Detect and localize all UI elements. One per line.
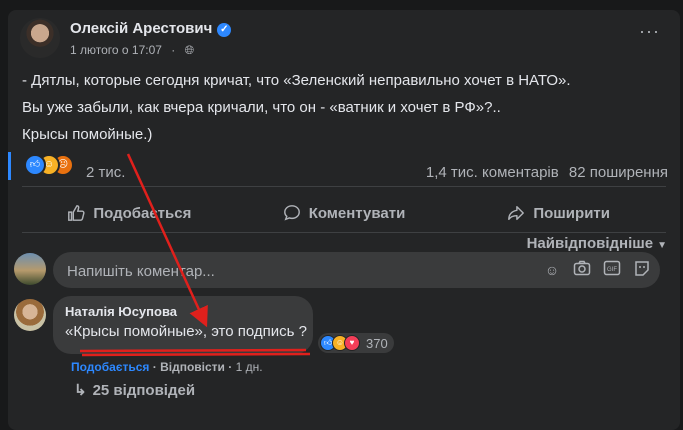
more-options-icon[interactable]: ··· bbox=[639, 22, 660, 40]
like-reaction-icon: 👍︎ bbox=[24, 154, 46, 176]
comment-composer[interactable]: ☺ GIF bbox=[53, 252, 660, 290]
share-button[interactable]: Поширити bbox=[451, 193, 666, 233]
svg-text:GIF: GIF bbox=[607, 267, 617, 273]
shares-count[interactable]: 82 поширення bbox=[569, 164, 668, 181]
thumbs-up-icon bbox=[68, 205, 85, 221]
share-label: Поширити bbox=[533, 204, 610, 222]
globe-icon: 🌐︎ bbox=[184, 43, 195, 57]
divider bbox=[22, 232, 666, 233]
gif-icon[interactable]: GIF bbox=[602, 260, 622, 280]
reply-arrow-icon: ↳ bbox=[74, 382, 87, 399]
replies-count: 25 відповідей bbox=[92, 382, 196, 399]
view-replies-link[interactable]: ↳ 25 відповідей bbox=[74, 381, 195, 399]
love-reaction-icon: ♥ bbox=[344, 335, 360, 351]
comment-reactions-count: 370 bbox=[366, 335, 388, 351]
verified-badge-icon: ✓ bbox=[217, 23, 232, 37]
comment-like-link[interactable]: Подобається bbox=[71, 360, 149, 374]
author-avatar[interactable] bbox=[20, 18, 60, 58]
chevron-down-icon: ▼ bbox=[657, 240, 667, 251]
comment-button[interactable]: Коментувати bbox=[237, 193, 452, 233]
composer-icons: ☺ GIF bbox=[542, 260, 652, 280]
emoji-icon[interactable]: ☺ bbox=[542, 260, 562, 280]
comment-reply-link[interactable]: Відповісти bbox=[160, 360, 225, 374]
author-name[interactable]: Олексій Арестович bbox=[70, 20, 212, 37]
comment-actions: Подобається · Відповісти · 1 дн. bbox=[71, 360, 263, 374]
comment-reactions[interactable]: 👍︎ ☺ ♥ 370 bbox=[318, 333, 394, 353]
comment-label: Коментувати bbox=[308, 204, 406, 222]
comment-input[interactable] bbox=[65, 252, 509, 290]
post-actions: Подобається Коментувати Поширити bbox=[22, 193, 666, 233]
dot-separator: · bbox=[228, 360, 236, 374]
comment-time[interactable]: 1 дн. bbox=[236, 360, 263, 374]
divider bbox=[22, 186, 666, 187]
sticker-icon[interactable] bbox=[632, 260, 652, 280]
share-icon bbox=[508, 205, 525, 221]
comment-sort-dropdown[interactable]: Найвідповідніше ▼ bbox=[527, 235, 667, 252]
dot-separator: · bbox=[171, 43, 176, 57]
post-text-line-2: Вы уже забыли, как вчера кричали, что он… bbox=[22, 99, 501, 116]
focus-indicator bbox=[8, 152, 11, 180]
post-author[interactable]: Олексій Арестович ✓ bbox=[70, 20, 232, 37]
like-button[interactable]: Подобається bbox=[22, 193, 237, 233]
camera-icon[interactable] bbox=[572, 260, 592, 280]
comments-count[interactable]: 1,4 тис. коментарів bbox=[426, 164, 559, 181]
reactions-count[interactable]: 2 тис. bbox=[86, 164, 125, 181]
post-stats: 1,4 тис. коментарів 82 поширення bbox=[420, 164, 668, 181]
commenter-avatar[interactable] bbox=[14, 299, 46, 331]
comment-bubble: Наталія Юсупова «Крысы помойные», это по… bbox=[53, 296, 313, 354]
comment-text: «Крысы помойные», это подпись ? bbox=[65, 323, 307, 340]
post-text-line-1: - Дятлы, которые сегодня кричат, что «Зе… bbox=[22, 72, 571, 89]
comment-icon bbox=[283, 205, 300, 221]
sort-label: Найвідповідніше bbox=[526, 235, 654, 252]
like-label: Подобається bbox=[93, 204, 192, 222]
dot-separator: · bbox=[152, 360, 161, 374]
post-timestamp[interactable]: 1 лютого о 17:07 bbox=[70, 43, 162, 57]
post-text-line-3: Крысы помойные.) bbox=[22, 126, 153, 143]
comment-author[interactable]: Наталія Юсупова bbox=[65, 304, 177, 319]
current-user-avatar[interactable] bbox=[14, 253, 46, 285]
post-meta: 1 лютого о 17:07 · 🌐︎ bbox=[70, 43, 194, 58]
